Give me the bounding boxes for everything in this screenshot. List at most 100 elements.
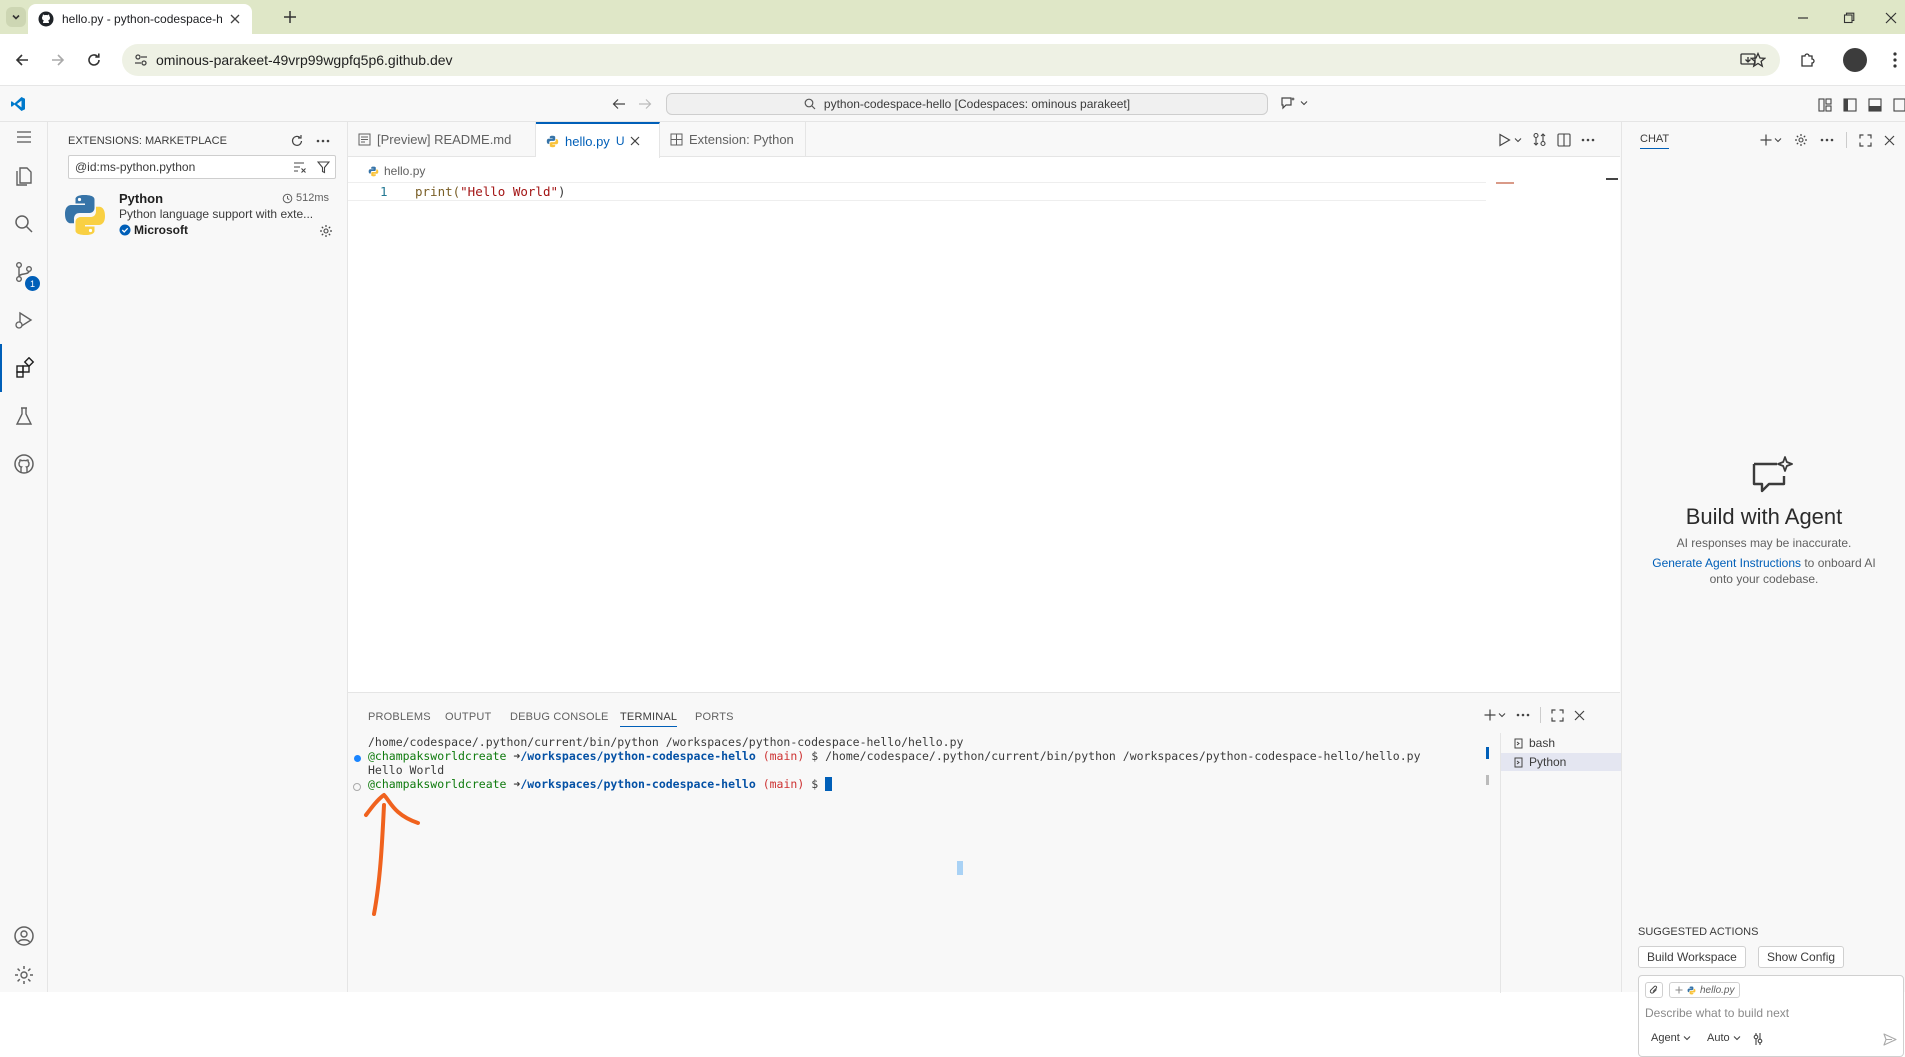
extension-search-input[interactable]: @id:ms-python.python: [68, 155, 336, 179]
run-python-button[interactable]: [1498, 132, 1522, 147]
new-tab-icon[interactable]: [284, 11, 296, 23]
copilot-menu[interactable]: [1280, 95, 1308, 111]
tab-extension-python[interactable]: Extension: Python: [660, 122, 806, 157]
panel-tab-terminal[interactable]: TERMINAL: [620, 711, 678, 727]
terminal-icon: [1514, 738, 1523, 748]
more-vertical-icon[interactable]: [1893, 52, 1897, 68]
extensions-puzzle-icon[interactable]: [1799, 52, 1815, 68]
nav-back-icon[interactable]: [612, 98, 626, 110]
model-picker[interactable]: Auto: [1707, 1032, 1741, 1044]
code-line[interactable]: print("Hello World"): [415, 184, 566, 199]
more-actions-icon[interactable]: [1581, 138, 1595, 142]
activity-run-debug[interactable]: [0, 296, 48, 344]
chat-panel: CHAT Build with Agent AI responses may b…: [1621, 122, 1905, 1057]
chat-input-placeholder[interactable]: Describe what to build next: [1645, 1006, 1789, 1020]
context-file-chip[interactable]: hello.py: [1669, 982, 1741, 998]
new-terminal-button[interactable]: [1484, 709, 1506, 721]
window-close-icon[interactable]: [1885, 12, 1897, 24]
browser-tab[interactable]: hello.py - python-codespace-h: [28, 4, 252, 34]
more-actions-icon[interactable]: [1516, 713, 1530, 717]
plus-icon: [1484, 709, 1496, 721]
gear-icon[interactable]: [1794, 133, 1808, 147]
line-number: 1: [380, 184, 388, 199]
extension-list-item[interactable]: Python 512ms Python language support wit…: [48, 187, 348, 249]
bookmark-star-icon[interactable]: [1750, 52, 1766, 68]
close-panel-icon[interactable]: [1574, 710, 1585, 721]
minimap[interactable]: [1494, 180, 1620, 692]
activity-testing[interactable]: [0, 392, 48, 440]
activity-search[interactable]: [0, 200, 48, 248]
filter-icon[interactable]: [317, 161, 330, 174]
refresh-icon[interactable]: [290, 134, 304, 148]
command-center[interactable]: python-codespace-hello [Codespaces: omin…: [666, 93, 1268, 115]
chat-title: Build with Agent: [1685, 504, 1843, 529]
show-config-button[interactable]: Show Config: [1758, 946, 1845, 968]
browser-tab-strip: hello.py - python-codespace-h: [0, 0, 1905, 34]
open-changes-icon[interactable]: [1532, 132, 1547, 147]
panel-tab-debug-console[interactable]: DEBUG CONSOLE: [510, 711, 609, 723]
panel-tab-output[interactable]: OUTPUT: [445, 711, 491, 723]
new-chat-button[interactable]: [1760, 134, 1782, 146]
extension-activation-time: 512ms: [282, 192, 329, 204]
search-icon: [804, 98, 816, 110]
reload-icon[interactable]: [86, 52, 102, 68]
terminal-view[interactable]: /home/codespace/.python/current/bin/pyth…: [348, 733, 1489, 993]
nav-forward-icon[interactable]: [638, 98, 652, 110]
close-icon[interactable]: [230, 14, 240, 24]
split-editor-icon[interactable]: [1557, 132, 1571, 147]
profile-avatar[interactable]: [1843, 48, 1867, 72]
site-info-icon[interactable]: [134, 53, 148, 67]
toggle-secondary-sidebar-icon[interactable]: [1893, 98, 1905, 112]
customize-layout-icon[interactable]: [1818, 98, 1832, 112]
more-actions-icon[interactable]: [1820, 138, 1834, 142]
gear-icon: [15, 966, 33, 984]
close-icon[interactable]: [630, 136, 640, 146]
terminal-tab-python[interactable]: Python: [1501, 753, 1621, 771]
tab-label: [Preview] README.md: [377, 132, 512, 147]
activity-explorer[interactable]: [0, 152, 48, 200]
generate-instructions-link[interactable]: Generate Agent Instructions: [1652, 556, 1801, 570]
tab-search-button[interactable]: [6, 7, 26, 27]
close-icon[interactable]: [1884, 135, 1895, 146]
terminal-tab-bash[interactable]: bash: [1501, 734, 1621, 752]
activity-source-control[interactable]: 1: [0, 248, 48, 296]
tab-hello-py[interactable]: hello.py U: [536, 122, 660, 158]
maximize-panel-icon[interactable]: [1551, 708, 1564, 722]
maximize-icon[interactable]: [1859, 133, 1872, 147]
toggle-sidebar-icon[interactable]: [1843, 98, 1857, 112]
panel-tab-problems[interactable]: PROBLEMS: [368, 711, 431, 723]
forward-arrow-icon[interactable]: [50, 52, 66, 68]
tab-readme-preview[interactable]: [Preview] README.md: [348, 122, 536, 157]
vscode-titlebar: python-codespace-hello [Codespaces: omin…: [0, 86, 1905, 122]
send-icon[interactable]: [1883, 1033, 1897, 1046]
browser-toolbar: ominous-parakeet-49vrp99wgpfq5p6.github.…: [0, 34, 1905, 86]
clear-filter-icon[interactable]: [293, 161, 307, 173]
terminal-cursor: [825, 777, 833, 791]
panel-tab-ports[interactable]: PORTS: [695, 711, 734, 723]
tools-icon[interactable]: [1753, 1032, 1767, 1046]
attach-context-button[interactable]: [1645, 982, 1663, 998]
address-bar[interactable]: ominous-parakeet-49vrp99wgpfq5p6.github.…: [122, 44, 1780, 76]
minimize-icon[interactable]: [1797, 13, 1809, 23]
extension-publisher: Microsoft: [119, 223, 188, 237]
activity-extensions[interactable]: [0, 344, 48, 392]
chat-header[interactable]: CHAT: [1640, 133, 1670, 149]
build-workspace-button[interactable]: Build Workspace: [1638, 946, 1746, 968]
extension-publisher-name: Microsoft: [134, 223, 188, 237]
restore-icon[interactable]: [1843, 12, 1855, 24]
toggle-panel-icon[interactable]: [1868, 98, 1882, 112]
activity-github[interactable]: [0, 440, 48, 488]
chat-sparkle-icon: [1281, 97, 1295, 110]
more-actions-icon[interactable]: [316, 139, 330, 143]
chevron-down-icon: [1514, 137, 1522, 142]
back-arrow-icon[interactable]: [14, 52, 30, 68]
manage-gear-icon[interactable]: [319, 224, 333, 238]
chat-sparkle-icon: [1752, 456, 1793, 493]
breadcrumb[interactable]: hello.py: [368, 164, 425, 178]
menu-button[interactable]: [0, 122, 48, 152]
activity-manage[interactable]: [0, 958, 48, 992]
mode-picker[interactable]: Agent: [1651, 1032, 1691, 1044]
terminal-prompt-line: @champaksworldcreate ➜/workspaces/python…: [368, 749, 1421, 763]
activity-accounts[interactable]: [0, 912, 48, 960]
terminal-prompt-line: @champaksworldcreate ➜/workspaces/python…: [368, 777, 833, 791]
